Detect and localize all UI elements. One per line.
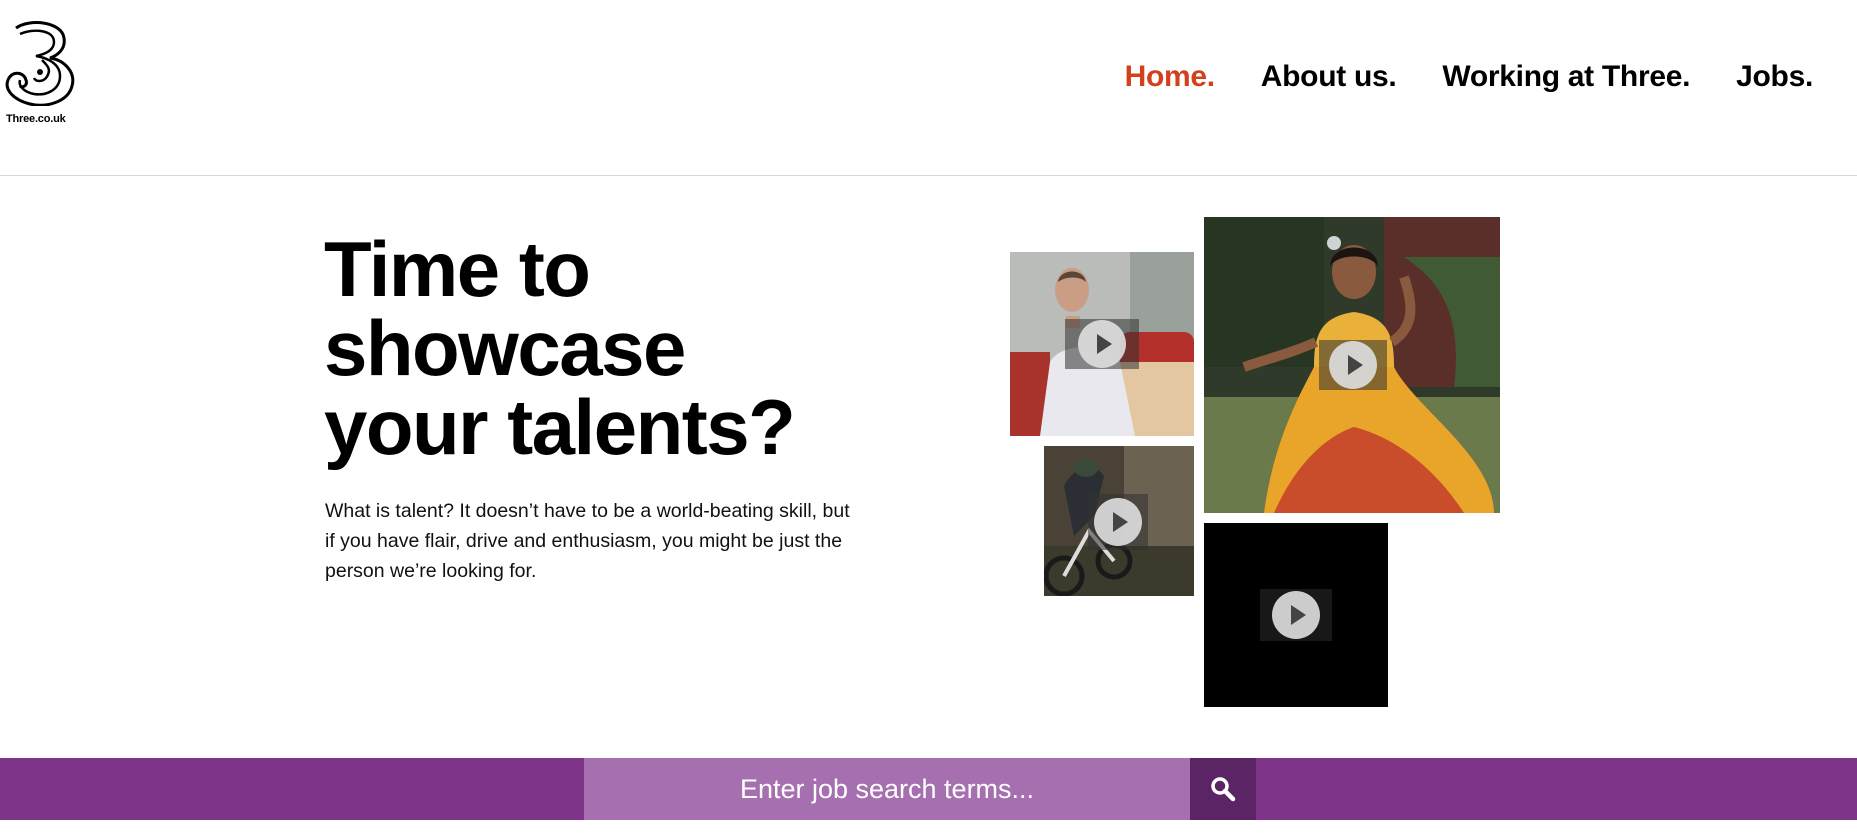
play-icon: [1329, 341, 1377, 389]
play-button[interactable]: [1260, 589, 1332, 641]
main-nav: Home. About us. Working at Three. Jobs.: [1125, 60, 1814, 94]
hero-title-line: showcase: [324, 304, 686, 392]
site-header: Three.co.uk Home. About us. Working at T…: [0, 0, 1857, 176]
hero-title: Time to showcase your talents?: [324, 230, 884, 467]
hero-description: What is talent? It doesn’t have to be a …: [325, 500, 850, 582]
video-tile-interview[interactable]: [1010, 252, 1194, 436]
hero-title-line: your talents?: [324, 383, 796, 471]
search-button[interactable]: [1190, 758, 1256, 820]
play-button[interactable]: [1065, 319, 1139, 369]
three-logo-icon: [5, 21, 75, 106]
play-icon: [1078, 320, 1126, 368]
three-logo[interactable]: Three.co.uk: [2, 20, 78, 130]
play-button[interactable]: [1088, 494, 1148, 550]
job-search-input[interactable]: [584, 758, 1190, 820]
nav-home[interactable]: Home.: [1125, 60, 1215, 94]
video-tile-dancer[interactable]: [1204, 217, 1500, 513]
job-search-bar: [0, 758, 1857, 820]
nav-jobs[interactable]: Jobs.: [1736, 60, 1813, 94]
video-tile-black[interactable]: [1204, 523, 1388, 707]
play-icon: [1272, 591, 1320, 639]
play-icon: [1094, 498, 1142, 546]
play-button[interactable]: [1319, 340, 1387, 390]
nav-about-us[interactable]: About us.: [1261, 60, 1397, 94]
nav-working-at-three[interactable]: Working at Three.: [1442, 60, 1690, 94]
search-icon: [1211, 777, 1236, 802]
video-tile-cyclist[interactable]: [1044, 446, 1194, 596]
logo-text: Three.co.uk: [6, 113, 66, 125]
hero-title-line: Time to: [324, 225, 591, 313]
